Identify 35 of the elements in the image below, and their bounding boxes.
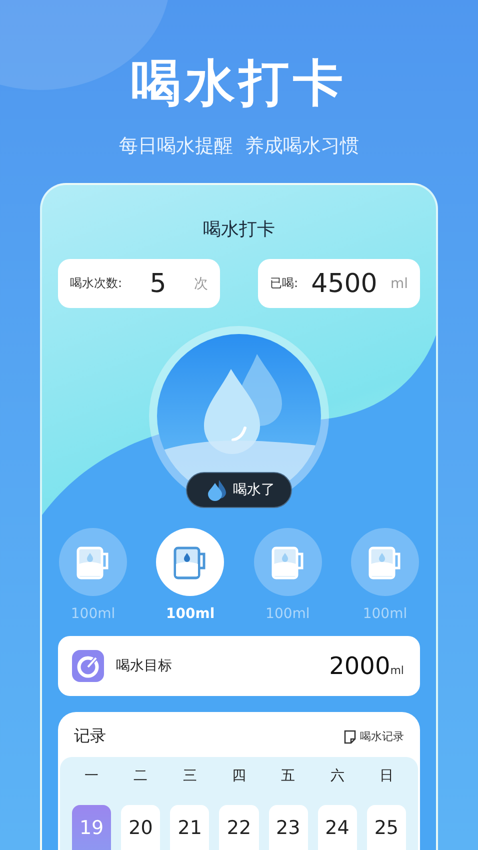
cup-amount: 100ml xyxy=(70,606,116,622)
weekday-label: 四 xyxy=(230,767,247,786)
drink-button[interactable]: 喝水了 xyxy=(186,472,292,508)
day-cell[interactable]: 22 xyxy=(219,805,259,850)
day-cell[interactable]: 25 xyxy=(366,805,406,850)
hero-subtitle: 每日喝水提醒 养成喝水习惯 xyxy=(118,134,360,159)
day-cell[interactable]: 21 xyxy=(170,805,210,850)
day-cell[interactable]: 23 xyxy=(268,805,308,850)
card-title: 喝水打卡 xyxy=(202,218,276,241)
document-icon xyxy=(344,730,356,744)
stat-label: 喝水次数: xyxy=(70,275,122,292)
records-link[interactable]: 喝水记录 xyxy=(344,729,404,744)
stat-unit: ml xyxy=(390,276,408,292)
day-cell[interactable]: 24 xyxy=(318,805,357,850)
weekday-label: 三 xyxy=(182,767,198,786)
day-cell[interactable]: 20 xyxy=(121,805,160,850)
target-icon xyxy=(72,650,104,682)
cup-amount: 100ml xyxy=(166,606,215,622)
stat-value: 4500 xyxy=(310,268,378,298)
weekday-label: 日 xyxy=(378,767,394,786)
weekday-label: 五 xyxy=(280,767,296,786)
goal-value: 2000 xyxy=(329,652,390,680)
weekday-label: 二 xyxy=(132,767,149,786)
stat-unit: 次 xyxy=(194,274,208,292)
water-drop-icon xyxy=(207,479,227,501)
weekday-label: 一 xyxy=(84,767,100,786)
cup-amount: 100ml xyxy=(266,606,310,622)
stat-value: 5 xyxy=(148,268,168,298)
hero-title: 喝水打卡 xyxy=(131,53,347,114)
weekday-label: 六 xyxy=(329,767,346,786)
stat-label: 已喝: xyxy=(270,275,298,292)
goal-unit: ml xyxy=(390,662,404,676)
records-title: 记录 xyxy=(74,726,106,747)
goal-label: 喝水目标 xyxy=(116,657,173,675)
cup-amount: 100ml xyxy=(362,606,408,622)
